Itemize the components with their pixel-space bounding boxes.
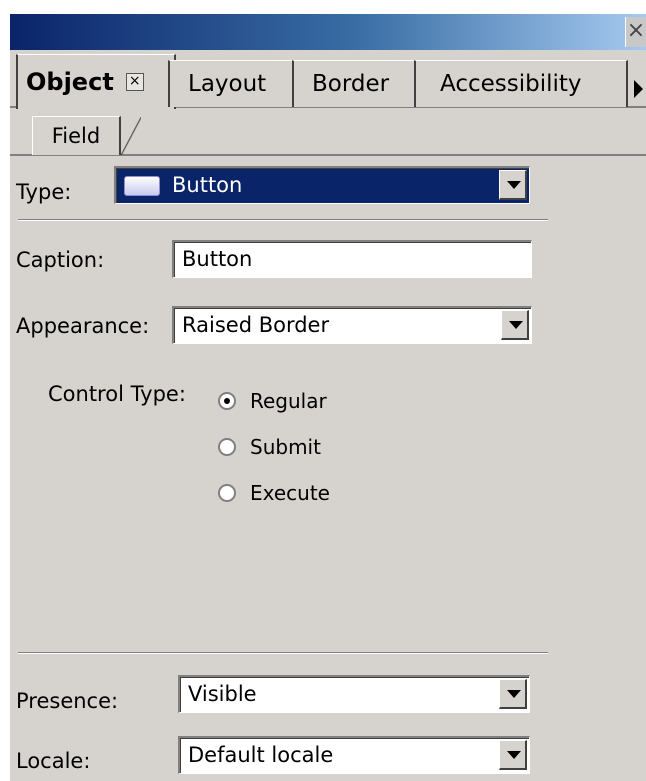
presence-value: Visible — [188, 682, 257, 706]
caption-input[interactable]: Button — [172, 240, 532, 278]
tab-layout-label: Layout — [188, 71, 267, 97]
type-value: Button — [172, 173, 243, 197]
tab-accessibility[interactable]: Accessibility — [414, 60, 628, 107]
subtab-field[interactable]: Field — [32, 116, 141, 155]
radio-submit-icon[interactable] — [218, 438, 236, 456]
locale-dropdown-icon[interactable] — [499, 740, 527, 770]
tab-scroll-right-icon[interactable] — [630, 74, 646, 104]
radio-regular-label: Regular — [250, 389, 327, 413]
divider — [18, 652, 548, 654]
presence-dropdown-icon[interactable] — [499, 679, 527, 709]
tab-border-label: Border — [312, 71, 390, 97]
tab-strip: Object × Layout Border Accessibility — [10, 50, 646, 109]
button-swatch-icon — [124, 176, 160, 196]
close-palette-button[interactable]: × — [625, 17, 646, 47]
presence-label: Presence: — [16, 689, 119, 713]
presence-select[interactable]: Visible — [178, 675, 530, 713]
appearance-dropdown-icon[interactable] — [501, 310, 529, 340]
radio-execute-label: Execute — [250, 481, 330, 505]
radio-regular-icon[interactable] — [218, 392, 236, 410]
radio-regular[interactable]: Regular — [218, 386, 327, 416]
type-label: Type: — [16, 180, 72, 204]
tab-border[interactable]: Border — [292, 60, 424, 107]
tab-close-icon[interactable]: × — [125, 73, 144, 91]
tab-accessibility-label: Accessibility — [440, 71, 582, 97]
object-palette: × Object × Layout Border Accessibility F… — [10, 14, 646, 781]
caption-label: Caption: — [16, 248, 105, 272]
radio-execute[interactable]: Execute — [218, 478, 330, 508]
radio-submit-label: Submit — [250, 435, 321, 459]
tab-layout[interactable]: Layout — [168, 60, 300, 107]
radio-execute-icon[interactable] — [218, 484, 236, 502]
appearance-select[interactable]: Raised Border — [172, 306, 532, 344]
radio-submit[interactable]: Submit — [218, 432, 321, 462]
type-dropdown-icon[interactable] — [499, 170, 527, 200]
control-type-label: Control Type: — [48, 382, 186, 406]
locale-label: Locale: — [16, 749, 91, 773]
tab-object[interactable]: Object × — [16, 54, 176, 109]
appearance-value: Raised Border — [182, 313, 330, 337]
locale-value: Default locale — [188, 743, 334, 767]
type-select[interactable]: Button — [114, 166, 530, 204]
subtab-row: Field — [10, 106, 646, 156]
palette-titlebar[interactable]: × — [10, 14, 646, 50]
divider — [18, 219, 548, 221]
locale-select[interactable]: Default locale — [178, 736, 530, 774]
appearance-label: Appearance: — [16, 314, 150, 338]
tab-object-label: Object — [26, 68, 114, 96]
